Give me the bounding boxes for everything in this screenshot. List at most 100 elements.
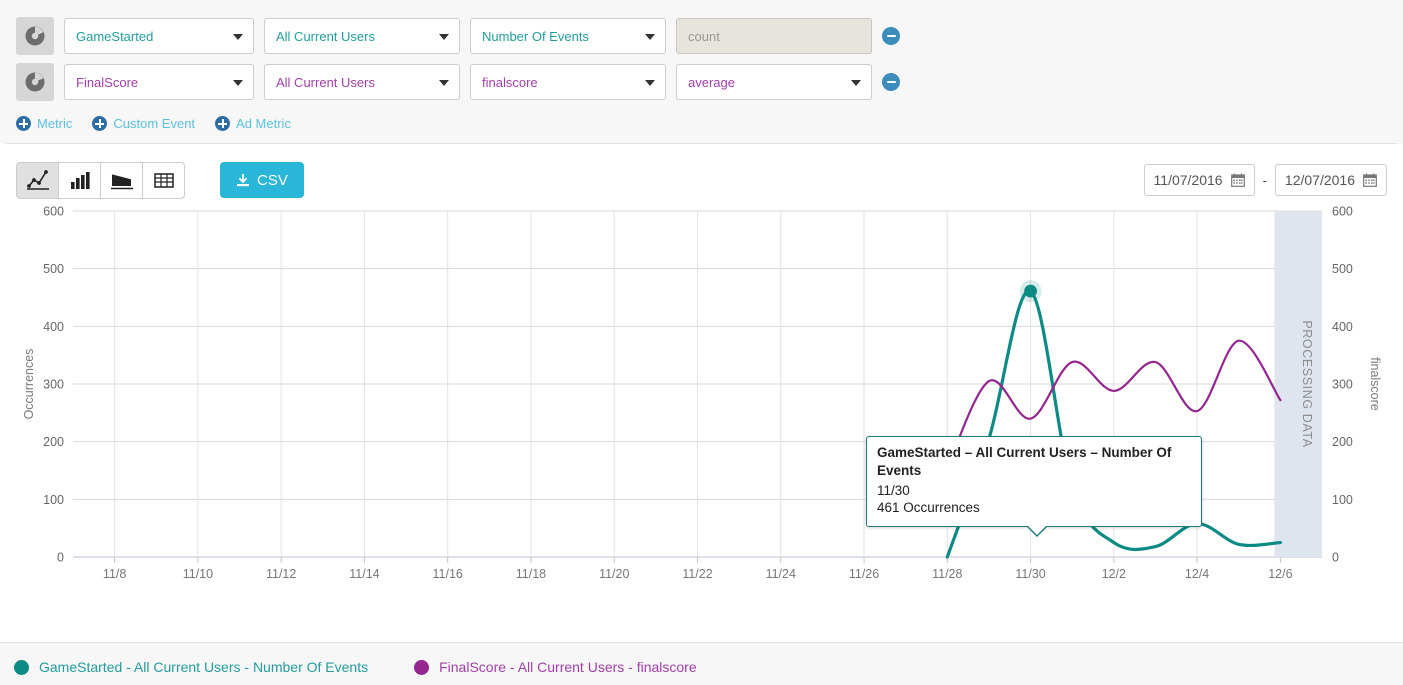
remove-metric-row1-button[interactable] bbox=[882, 27, 900, 45]
line-chart-icon[interactable] bbox=[16, 161, 59, 199]
svg-text:12/6: 12/6 bbox=[1268, 567, 1292, 581]
metric-row: GameStarted All Current Users Number Of … bbox=[16, 14, 1387, 58]
segment-select-row2-value: All Current Users bbox=[276, 74, 375, 90]
add-links-bar: Metric Custom Event Ad Metric bbox=[0, 106, 1403, 143]
svg-text:11/26: 11/26 bbox=[849, 567, 879, 581]
end-date-field[interactable]: 12/07/2016 bbox=[1274, 164, 1387, 196]
legend-item-finalscore[interactable]: FinalScore - All Current Users - finalsc… bbox=[414, 659, 697, 675]
svg-text:11/24: 11/24 bbox=[766, 567, 796, 581]
chevron-down-icon bbox=[645, 80, 655, 86]
segment-select-row1-value: All Current Users bbox=[276, 28, 375, 44]
svg-text:Occurrences: Occurrences bbox=[22, 349, 36, 420]
chart-tooltip: GameStarted – All Current Users – Number… bbox=[866, 436, 1202, 538]
measure-select-row2-value: finalscore bbox=[482, 74, 538, 90]
metric-builder: GameStarted All Current Users Number Of … bbox=[0, 0, 1403, 104]
chart-svg[interactable]: PROCESSING DATA 0 100 200 300 400 500 600 Occur… bbox=[0, 202, 1403, 602]
measure-select-row2[interactable]: finalscore bbox=[470, 64, 666, 100]
svg-text:200: 200 bbox=[43, 435, 64, 449]
processing-data-band: PROCESSING DATA bbox=[1274, 211, 1322, 557]
aggregate-field-row1: count bbox=[676, 18, 872, 54]
end-date-value: 12/07/2016 bbox=[1284, 172, 1355, 188]
legend-color-swatch bbox=[414, 659, 430, 675]
chevron-down-icon bbox=[851, 80, 861, 86]
tooltip-value: 461 Occurrences bbox=[877, 500, 980, 516]
svg-text:PROCESSING DATA: PROCESSING DATA bbox=[1300, 320, 1314, 447]
legend-color-swatch bbox=[14, 659, 29, 675]
chevron-down-icon bbox=[233, 80, 243, 86]
minus-circle-icon bbox=[886, 34, 896, 38]
start-date-value: 11/07/2016 bbox=[1153, 172, 1223, 188]
bar-chart-icon[interactable] bbox=[58, 161, 101, 199]
chart-type-button-group bbox=[16, 161, 185, 199]
pie-chart-icon bbox=[16, 17, 54, 55]
svg-text:300: 300 bbox=[43, 378, 64, 392]
event-select-row1-value: GameStarted bbox=[76, 28, 154, 44]
svg-text:11/30: 11/30 bbox=[1015, 567, 1045, 581]
svg-text:11/16: 11/16 bbox=[433, 567, 463, 581]
svg-text:100: 100 bbox=[1332, 493, 1353, 507]
highlight-point[interactable] bbox=[1019, 280, 1042, 303]
legend-item-label: GameStarted - All Current Users - Number… bbox=[39, 659, 369, 675]
svg-text:0: 0 bbox=[57, 551, 64, 565]
start-date-field[interactable]: 11/07/2016 bbox=[1143, 164, 1255, 196]
area-chart-icon[interactable] bbox=[100, 161, 143, 199]
svg-text:11/20: 11/20 bbox=[599, 567, 629, 581]
svg-text:11/8: 11/8 bbox=[103, 567, 126, 581]
svg-text:11/22: 11/22 bbox=[682, 567, 712, 581]
plus-circle-icon bbox=[16, 116, 31, 131]
segment-select-row2[interactable]: All Current Users bbox=[264, 64, 460, 100]
chart-plot-area: PROCESSING DATA 0 100 200 300 400 500 600 Occur… bbox=[0, 202, 1403, 602]
chart-legend-bar: GameStarted - All Current Users - Number… bbox=[0, 642, 1403, 675]
date-range-separator: - bbox=[1262, 172, 1267, 188]
svg-text:400: 400 bbox=[1332, 320, 1353, 334]
svg-text:500: 500 bbox=[43, 262, 64, 276]
tooltip-title: GameStarted – All Current Users – Number… bbox=[877, 445, 1172, 478]
table-icon[interactable] bbox=[142, 161, 185, 199]
chevron-down-icon bbox=[439, 34, 449, 40]
event-select-row2[interactable]: FinalScore bbox=[64, 64, 254, 100]
y-axis-left: 0 100 200 300 400 500 600 Occurrences bbox=[22, 205, 64, 565]
tooltip-date: 11/30 bbox=[877, 482, 910, 498]
minus-circle-icon bbox=[886, 80, 896, 84]
chevron-down-icon bbox=[233, 34, 243, 40]
svg-text:400: 400 bbox=[43, 320, 64, 334]
x-axis: 11/8 11/10 11/12 11/14 11/16 11/18 11/20 11/22 1… bbox=[103, 557, 1293, 581]
svg-text:600: 600 bbox=[1332, 205, 1353, 219]
svg-text:11/12: 11/12 bbox=[266, 567, 296, 581]
add-custom-event-link[interactable]: Custom Event bbox=[92, 116, 195, 131]
svg-text:11/14: 11/14 bbox=[349, 567, 379, 581]
svg-text:11/18: 11/18 bbox=[516, 567, 546, 581]
svg-text:11/10: 11/10 bbox=[183, 567, 213, 581]
measure-select-row1-value: Number Of Events bbox=[482, 28, 589, 44]
download-csv-label: CSV bbox=[257, 171, 288, 189]
measure-select-row1[interactable]: Number Of Events bbox=[470, 18, 666, 54]
svg-text:12/2: 12/2 bbox=[1102, 567, 1126, 581]
y-axis-right: 0 100 200 300 400 500 600 finalscore bbox=[1332, 205, 1382, 565]
svg-text:200: 200 bbox=[1332, 435, 1353, 449]
svg-text:11/28: 11/28 bbox=[932, 567, 962, 581]
date-range-picker: 11/07/2016 - 12/07/2016 bbox=[1143, 164, 1387, 196]
svg-text:12/4: 12/4 bbox=[1185, 567, 1209, 581]
svg-text:500: 500 bbox=[1332, 262, 1353, 276]
event-select-row2-value: FinalScore bbox=[76, 74, 139, 90]
svg-text:0: 0 bbox=[1332, 551, 1339, 565]
chevron-down-icon bbox=[439, 80, 449, 86]
aggregate-select-row2[interactable]: average bbox=[676, 64, 872, 100]
event-select-row1[interactable]: GameStarted bbox=[64, 18, 254, 54]
aggregate-field-row1-value: count bbox=[688, 28, 720, 44]
plus-circle-icon bbox=[92, 116, 108, 131]
legend-item-label: FinalScore - All Current Users - finalsc… bbox=[439, 659, 697, 675]
chart-legend: GameStarted - All Current Users - Number… bbox=[0, 659, 1403, 675]
tooltip-arrow-inner-icon bbox=[1027, 525, 1047, 536]
svg-text:finalscore: finalscore bbox=[1368, 357, 1382, 411]
download-icon bbox=[237, 173, 249, 186]
metric-row: FinalScore All Current Users finalscore … bbox=[16, 60, 1387, 104]
segment-select-row1[interactable]: All Current Users bbox=[264, 18, 460, 54]
legend-item-gamestarted[interactable]: GameStarted - All Current Users - Number… bbox=[14, 659, 368, 675]
download-csv-button[interactable]: CSV bbox=[220, 162, 304, 198]
add-metric-link[interactable]: Metric bbox=[16, 116, 72, 131]
add-metric-label: Metric bbox=[37, 116, 73, 131]
remove-metric-row2-button[interactable] bbox=[882, 73, 900, 91]
add-ad-metric-link[interactable]: Ad Metric bbox=[215, 116, 291, 131]
svg-text:600: 600 bbox=[43, 205, 64, 219]
